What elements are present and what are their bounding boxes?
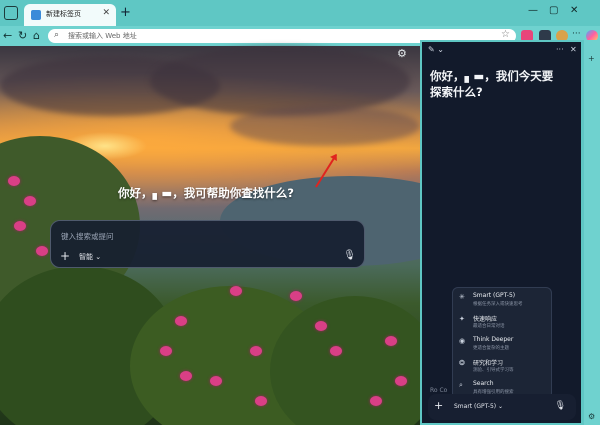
- menu-item-think-deeper[interactable]: ◉ Think Deeper 更适合复杂的主题: [453, 334, 553, 356]
- flower: [395, 376, 407, 386]
- cloud: [230, 106, 420, 146]
- flower: [14, 221, 26, 231]
- menu-item-quick-response[interactable]: ✦ 快速响应 最适合日常对话: [453, 312, 553, 334]
- flower: [210, 376, 222, 386]
- tab-bar: 新建标签页 ✕ + — ▢ ✕: [0, 0, 600, 26]
- panel-add-button[interactable]: +: [434, 399, 443, 412]
- panel-more-icon[interactable]: ···: [556, 45, 564, 54]
- sidebar-rail: + ⚙: [584, 40, 600, 425]
- copilot-side-panel: ✎ ⌄ ··· ✕ 你好，▖▬，我们今天要探索什么? ✳ Smart (GPT-…: [420, 40, 584, 425]
- address-placeholder: 搜索或输入 Web 地址: [68, 32, 137, 40]
- panel-mode-selector[interactable]: Smart (GPT-5) ⌄: [454, 403, 503, 410]
- tab-new-tab[interactable]: 新建标签页 ✕: [24, 4, 116, 26]
- menu-item-description: 根据任务深入或快速思考: [473, 302, 523, 307]
- tab-title: 新建标签页: [46, 10, 81, 18]
- chat-input-box[interactable]: 键入搜索或提问 + 智能 ⌄ 🎙: [50, 220, 365, 268]
- rail-add-icon[interactable]: +: [588, 54, 595, 63]
- page-settings-icon[interactable]: ⚙: [397, 47, 407, 60]
- flower: [370, 396, 382, 406]
- menu-item-title: 研究和学习: [473, 360, 504, 367]
- search-icon: ⌕: [54, 30, 60, 40]
- flower: [315, 321, 327, 331]
- menu-item-research-learn[interactable]: ❂ 研究和学习 测验、引导式学习等: [453, 356, 553, 378]
- chat-input-placeholder: 键入搜索或提问: [61, 232, 114, 241]
- flower: [24, 196, 36, 206]
- home-button[interactable]: ⌂: [33, 29, 40, 42]
- panel-microphone-icon[interactable]: 🎙: [555, 401, 566, 411]
- bolt-icon: ✦: [459, 315, 465, 323]
- flower: [250, 346, 262, 356]
- mode-selector[interactable]: 智能 ⌄: [79, 252, 101, 262]
- flower: [330, 346, 342, 356]
- browser-window: 新建标签页 ✕ + — ▢ ✕ ← ↻ ⌂ ⌕ 搜索或输入 Web 地址 ☆ ·…: [0, 0, 600, 425]
- panel-input-placeholder: Ro Co: [430, 387, 448, 394]
- flower: [290, 291, 302, 301]
- menu-item-title: 快速响应: [473, 316, 498, 323]
- flower: [8, 176, 20, 186]
- new-tab-favicon: [31, 10, 41, 20]
- add-attachment-button[interactable]: +: [60, 249, 70, 263]
- flower: [385, 336, 397, 346]
- graduation-cap-icon: ❂: [459, 359, 465, 367]
- page-greeting: 你好，▖▬，我可帮助你查找什么?: [118, 186, 294, 200]
- panel-greeting: 你好，▖▬，我们今天要探索什么?: [430, 69, 554, 99]
- tab-close-icon[interactable]: ✕: [102, 8, 110, 18]
- flower: [36, 246, 48, 256]
- search-icon: ⌕: [459, 381, 463, 389]
- menu-item-smart[interactable]: ✳ Smart (GPT-5) 根据任务深入或快速思考: [453, 290, 553, 312]
- panel-chat-input[interactable]: + Smart (GPT-5) ⌄ 🎙: [428, 394, 576, 420]
- menu-item-title: Search: [473, 380, 494, 387]
- new-tab-button[interactable]: +: [120, 5, 131, 20]
- sparkle-icon: ✳: [459, 293, 465, 301]
- flower: [230, 286, 242, 296]
- maximize-button[interactable]: ▢: [549, 5, 558, 16]
- menu-item-title: Smart (GPT-5): [473, 292, 516, 299]
- flower: [180, 371, 192, 381]
- flower: [175, 316, 187, 326]
- flower: [160, 346, 172, 356]
- lightbulb-icon: ◉: [459, 337, 466, 345]
- menu-item-description: 更适合复杂的主题: [473, 346, 509, 351]
- more-menu-icon[interactable]: ···: [572, 29, 581, 39]
- refresh-button[interactable]: ↻: [18, 29, 27, 42]
- panel-close-icon[interactable]: ✕: [570, 45, 577, 54]
- rail-settings-icon[interactable]: ⚙: [588, 412, 595, 421]
- new-chat-icon[interactable]: ✎ ⌄: [428, 45, 444, 54]
- close-window-button[interactable]: ✕: [570, 5, 578, 16]
- mode-dropdown-menu: ✳ Smart (GPT-5) 根据任务深入或快速思考 ✦ 快速响应 最适合日常…: [452, 287, 552, 399]
- flower: [255, 396, 267, 406]
- menu-item-description: 测验、引导式学习等: [473, 368, 514, 373]
- favorite-star-icon[interactable]: ☆: [501, 29, 510, 40]
- minimize-button[interactable]: —: [528, 5, 538, 16]
- menu-item-title: Think Deeper: [473, 336, 514, 343]
- microphone-icon[interactable]: 🎙: [343, 250, 356, 261]
- cloud: [150, 46, 410, 116]
- workspaces-icon[interactable]: [4, 6, 18, 20]
- menu-item-description: 最适合日常对话: [473, 324, 505, 329]
- back-button[interactable]: ←: [3, 29, 12, 42]
